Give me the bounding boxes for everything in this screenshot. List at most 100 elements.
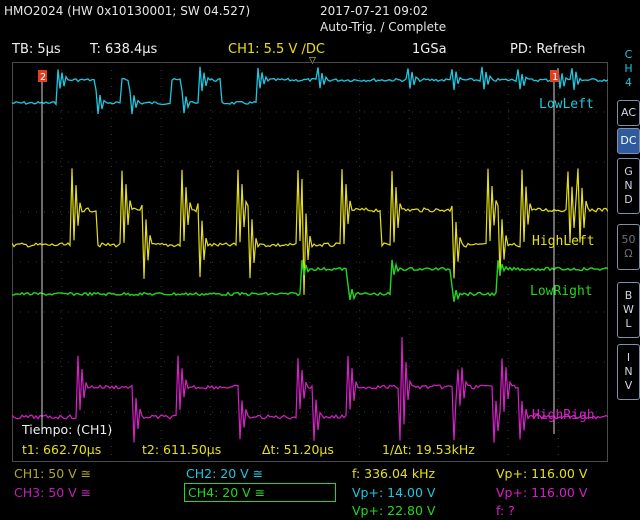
grid-dot bbox=[259, 198, 261, 199]
grid-dot bbox=[572, 311, 573, 313]
grid-dot bbox=[110, 414, 112, 415]
grid-dot bbox=[468, 111, 469, 113]
grid-dot bbox=[364, 211, 365, 213]
sample-rate[interactable]: 1GSa bbox=[412, 42, 447, 57]
grid-dot bbox=[458, 358, 460, 359]
grid-dot bbox=[408, 406, 410, 407]
gnd-letter-n: N bbox=[624, 179, 633, 192]
waveform-display[interactable]: LowLeftHighLeftLowRightHighRigh214321 bbox=[12, 62, 608, 462]
grid-dot bbox=[557, 342, 559, 343]
grid-dot bbox=[460, 161, 461, 163]
bandwidth-limit-button[interactable]: B W L bbox=[617, 282, 640, 338]
grid-dot bbox=[468, 311, 469, 313]
channel-letter-c: C bbox=[624, 48, 633, 61]
grid-dot bbox=[160, 126, 162, 127]
grid-dot bbox=[532, 361, 533, 363]
invert-button[interactable]: I N V bbox=[617, 344, 640, 400]
grid-dot bbox=[210, 94, 212, 95]
grid-dot bbox=[210, 198, 212, 199]
grid-dot bbox=[268, 261, 269, 263]
grid-dot bbox=[436, 311, 437, 313]
grid-dot bbox=[164, 411, 165, 413]
grid-dot bbox=[52, 211, 53, 213]
grid-dot bbox=[557, 438, 559, 439]
grid-dot bbox=[68, 161, 69, 163]
grid-dot bbox=[508, 302, 510, 303]
coupling-ac-button[interactable]: AC bbox=[617, 100, 640, 126]
grid-dot bbox=[359, 182, 361, 183]
grid-dot bbox=[124, 111, 125, 113]
grid-dot bbox=[160, 358, 162, 359]
grid-dot bbox=[452, 161, 453, 163]
grid-dot bbox=[492, 361, 493, 363]
grid-dot bbox=[556, 361, 557, 363]
grid-dot bbox=[492, 261, 493, 263]
grid-dot bbox=[36, 211, 37, 213]
grid-dot bbox=[259, 70, 261, 71]
grid-dot bbox=[524, 161, 525, 163]
ch4-label: LowRight bbox=[530, 284, 593, 299]
ch3-scale[interactable]: CH3: 50 V ≅ bbox=[14, 485, 91, 500]
grid-dot bbox=[452, 311, 453, 313]
grid-dot bbox=[316, 211, 317, 213]
display-mode[interactable]: PD: Refresh bbox=[510, 42, 585, 57]
grid-dot bbox=[408, 350, 410, 351]
grid-dot bbox=[210, 222, 212, 223]
grid-dot bbox=[408, 118, 410, 119]
ch4-scale[interactable]: CH4: 20 V ≅ bbox=[184, 483, 337, 502]
grid-dot bbox=[210, 342, 212, 343]
grid-dot bbox=[508, 142, 510, 143]
grid-dot bbox=[458, 302, 460, 303]
grid-dot bbox=[308, 161, 309, 163]
grid-dot bbox=[259, 334, 261, 335]
coupling-dc-button[interactable]: DC bbox=[617, 128, 640, 154]
acquisition-status: Auto-Trig. / Complete bbox=[320, 20, 447, 34]
grid-dot bbox=[284, 111, 285, 113]
grid-dot bbox=[508, 358, 510, 359]
grid-dot bbox=[220, 411, 221, 413]
grid-dot bbox=[244, 261, 245, 263]
grid-dot bbox=[500, 211, 501, 213]
grid-dot bbox=[444, 311, 445, 313]
grid-dot bbox=[372, 411, 373, 413]
grid-dot bbox=[557, 254, 559, 255]
ch1-trigger-setting[interactable]: CH1: 5.5 V ∕DC bbox=[228, 42, 325, 57]
grid-dot bbox=[359, 174, 361, 175]
grid-dot bbox=[557, 398, 559, 399]
cursor-t1: t1: 662.70µs bbox=[22, 442, 102, 457]
grid-dot bbox=[212, 411, 213, 413]
grid-dot bbox=[61, 374, 63, 375]
grid-dot bbox=[359, 414, 361, 415]
grid-dot bbox=[604, 161, 605, 163]
grid-dot bbox=[68, 261, 69, 263]
grid-dot bbox=[252, 111, 253, 113]
ch1-scale[interactable]: CH1: 50 V ≅ bbox=[14, 466, 91, 481]
grid-dot bbox=[557, 62, 559, 63]
grid-dot bbox=[359, 142, 361, 143]
grid-dot bbox=[160, 334, 162, 335]
grid-dot bbox=[408, 174, 410, 175]
grid-dot bbox=[412, 311, 413, 313]
grid-dot bbox=[508, 278, 510, 279]
grid-dot bbox=[458, 174, 460, 175]
grid-dot bbox=[212, 111, 213, 113]
grid-dot bbox=[309, 366, 311, 367]
grid-dot bbox=[124, 311, 125, 313]
grid-dot bbox=[60, 261, 61, 263]
ch2-scale[interactable]: CH2: 20 V ≅ bbox=[186, 466, 263, 481]
grid-dot bbox=[458, 94, 460, 95]
grid-dot bbox=[164, 161, 165, 163]
timebase[interactable]: TB: 5µs bbox=[12, 42, 61, 57]
grid-dot bbox=[61, 334, 63, 335]
grid-dot bbox=[404, 361, 405, 363]
grid-dot bbox=[228, 161, 229, 163]
coupling-gnd-button[interactable]: G N D bbox=[617, 158, 640, 214]
impedance-50-ohm-button[interactable]: 50 Ω bbox=[617, 224, 640, 270]
grid-dot bbox=[359, 62, 361, 63]
grid-dot bbox=[309, 166, 311, 167]
grid-dot bbox=[276, 111, 277, 113]
grid-dot bbox=[408, 358, 410, 359]
trigger-time[interactable]: T: 638.4µs bbox=[90, 42, 157, 57]
grid-dot bbox=[508, 214, 510, 215]
grid-dot bbox=[61, 414, 63, 415]
